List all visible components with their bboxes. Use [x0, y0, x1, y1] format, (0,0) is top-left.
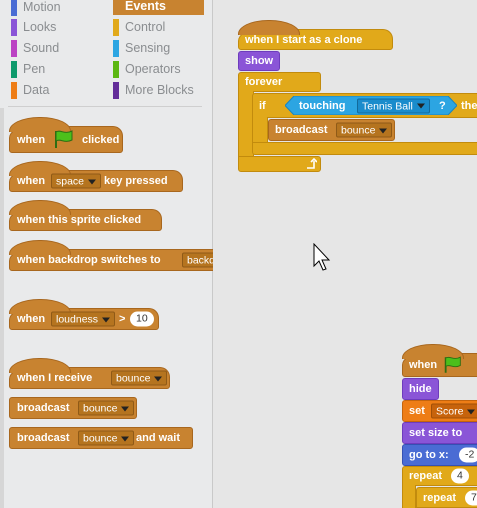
- dropdown-arrow-icon: [467, 409, 476, 415]
- green-flag-icon: [444, 356, 461, 373]
- forever-bottom[interactable]: [238, 156, 321, 172]
- motion-swatch: [11, 0, 17, 16]
- repeat-count-input[interactable]: 4: [451, 468, 469, 484]
- x-input[interactable]: -2: [459, 447, 477, 463]
- category-more-blocks[interactable]: More Blocks: [113, 81, 208, 100]
- dropdown-arrow-icon: [416, 103, 425, 109]
- category-motion[interactable]: Motion: [11, 0, 111, 17]
- when-backdrop-switches-block[interactable]: when backdrop switches to backdrop1: [9, 240, 242, 271]
- more-blocks-swatch: [113, 82, 119, 99]
- message-dropdown[interactable]: bounce: [78, 400, 135, 416]
- repeat-arm: [402, 485, 416, 508]
- category-sound[interactable]: Sound: [11, 39, 111, 58]
- palette-scroll-strip: [0, 108, 4, 508]
- category-operators[interactable]: Operators: [113, 60, 208, 79]
- scripts-area[interactable]: when I start as a clone show forever if …: [213, 0, 477, 508]
- data-swatch: [11, 82, 17, 99]
- when-flag-clicked-block-script[interactable]: when: [402, 344, 477, 377]
- broadcast-block-script[interactable]: broadcast bounce: [268, 119, 395, 141]
- category-control[interactable]: Control: [113, 18, 208, 37]
- hide-block[interactable]: hide: [402, 378, 439, 400]
- set-variable-block[interactable]: set Score: [402, 400, 477, 422]
- green-flag-icon: [55, 130, 73, 148]
- dropdown-arrow-icon: [154, 376, 163, 382]
- control-swatch: [113, 19, 119, 36]
- forever-block[interactable]: forever: [238, 72, 321, 92]
- message-dropdown[interactable]: bounce: [111, 370, 168, 386]
- category-menu: Motion Looks Sound Pen Data Events Contr…: [0, 0, 212, 104]
- show-block[interactable]: show: [238, 51, 280, 71]
- when-key-pressed-block[interactable]: when space key pressed: [9, 161, 183, 192]
- inner-repeat-block[interactable]: repeat 7: [416, 487, 477, 508]
- mouse-cursor-icon: [313, 243, 331, 271]
- category-events[interactable]: Events: [113, 0, 204, 15]
- dropdown-arrow-icon: [121, 436, 130, 442]
- sensing-swatch: [113, 40, 119, 57]
- when-i-receive-block[interactable]: when I receive bounce: [9, 358, 170, 389]
- key-dropdown[interactable]: space: [51, 173, 102, 189]
- when-flag-clicked-block[interactable]: when clicked: [9, 117, 123, 153]
- if-then-block[interactable]: if touching Tennis Ball ? then: [252, 93, 477, 118]
- loop-arrow-icon: [307, 158, 317, 169]
- if-bottom[interactable]: [252, 142, 477, 155]
- category-data[interactable]: Data: [11, 81, 111, 100]
- pen-swatch: [11, 61, 17, 78]
- dropdown-arrow-icon: [88, 179, 97, 185]
- when-sprite-clicked-block[interactable]: when this sprite clicked: [9, 200, 162, 231]
- dropdown-arrow-icon: [121, 406, 130, 412]
- touching-boolean[interactable]: touching Tennis Ball ?: [285, 96, 457, 115]
- variable-dropdown[interactable]: Score: [431, 403, 477, 419]
- sensor-dropdown[interactable]: loudness: [51, 311, 116, 327]
- category-looks[interactable]: Looks: [11, 18, 111, 37]
- when-start-as-clone-block[interactable]: when I start as a clone: [238, 20, 393, 50]
- sound-swatch: [11, 40, 17, 57]
- touching-target-dropdown[interactable]: Tennis Ball: [357, 98, 430, 113]
- broadcast-and-wait-block[interactable]: broadcast bounce and wait: [9, 427, 193, 449]
- category-sensing[interactable]: Sensing: [113, 39, 208, 58]
- if-arm: [252, 117, 268, 143]
- operators-swatch: [113, 61, 119, 78]
- message-dropdown[interactable]: bounce: [336, 122, 393, 138]
- block-palette: Motion Looks Sound Pen Data Events Contr…: [0, 0, 242, 508]
- inner-repeat-count-input[interactable]: 7: [465, 490, 477, 505]
- palette-divider: [8, 106, 202, 107]
- message-dropdown[interactable]: bounce: [78, 430, 135, 446]
- when-sensor-greater-block[interactable]: when loudness > 10: [9, 299, 159, 330]
- set-size-block[interactable]: set size to 4: [402, 422, 477, 444]
- repeat-block[interactable]: repeat 4: [402, 466, 477, 486]
- go-to-xy-block[interactable]: go to x: -2: [402, 444, 477, 466]
- category-pen[interactable]: Pen: [11, 60, 111, 79]
- dropdown-arrow-icon: [102, 317, 111, 323]
- broadcast-block[interactable]: broadcast bounce: [9, 397, 137, 419]
- dropdown-arrow-icon: [379, 128, 388, 134]
- threshold-input[interactable]: 10: [130, 311, 154, 327]
- looks-swatch: [11, 19, 17, 36]
